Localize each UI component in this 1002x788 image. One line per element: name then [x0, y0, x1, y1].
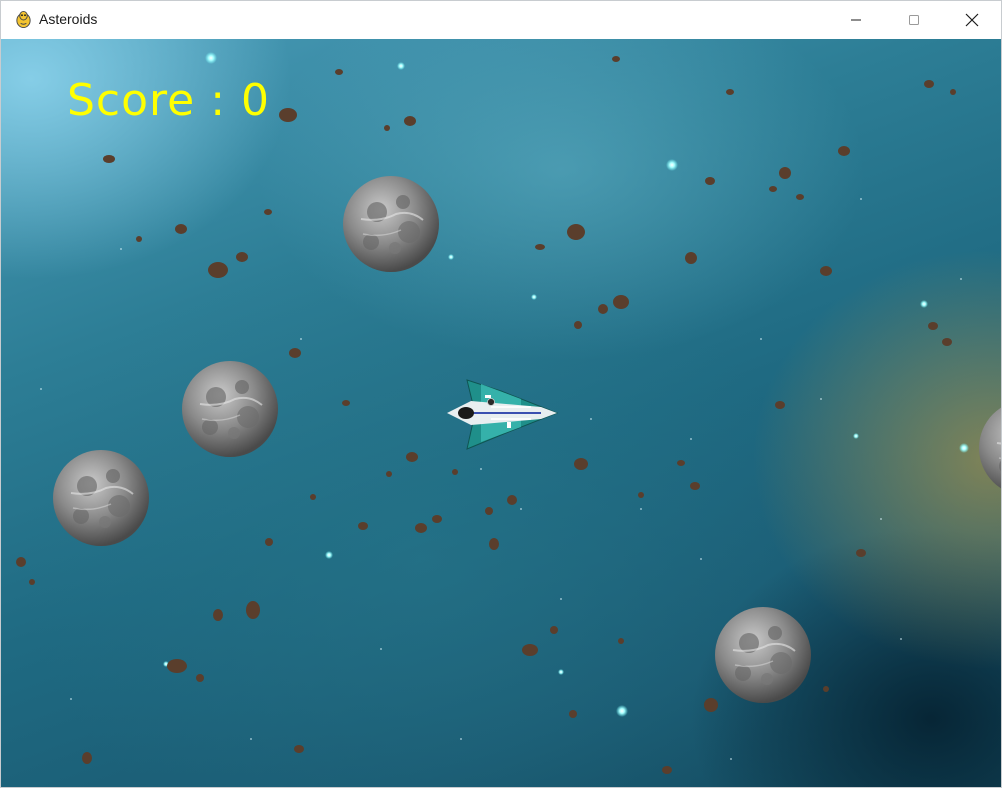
game-canvas[interactable]: Score : 0	[1, 39, 1001, 787]
game-window: Asteroids Score: 0	[0, 0, 1002, 788]
close-button[interactable]	[943, 1, 1001, 39]
pygame-snake-icon	[16, 10, 31, 29]
minimize-button[interactable]	[827, 1, 885, 39]
window-title: Asteroids	[39, 11, 98, 27]
asteroid-large	[342, 175, 440, 273]
player-spaceship	[447, 379, 559, 450]
maximize-button[interactable]	[885, 1, 943, 39]
asteroid-large	[714, 606, 812, 704]
minimize-icon	[851, 19, 861, 21]
space-background	[16, 52, 1001, 774]
title-bar[interactable]: Asteroids	[1, 1, 1001, 39]
dust-stars	[40, 198, 962, 760]
asteroid-large	[181, 360, 279, 458]
maximize-icon	[909, 15, 919, 25]
score-label: Score : 0	[67, 75, 271, 126]
close-icon	[965, 13, 979, 27]
asteroid-large-partial	[978, 399, 1001, 497]
asteroid-large	[52, 449, 150, 547]
